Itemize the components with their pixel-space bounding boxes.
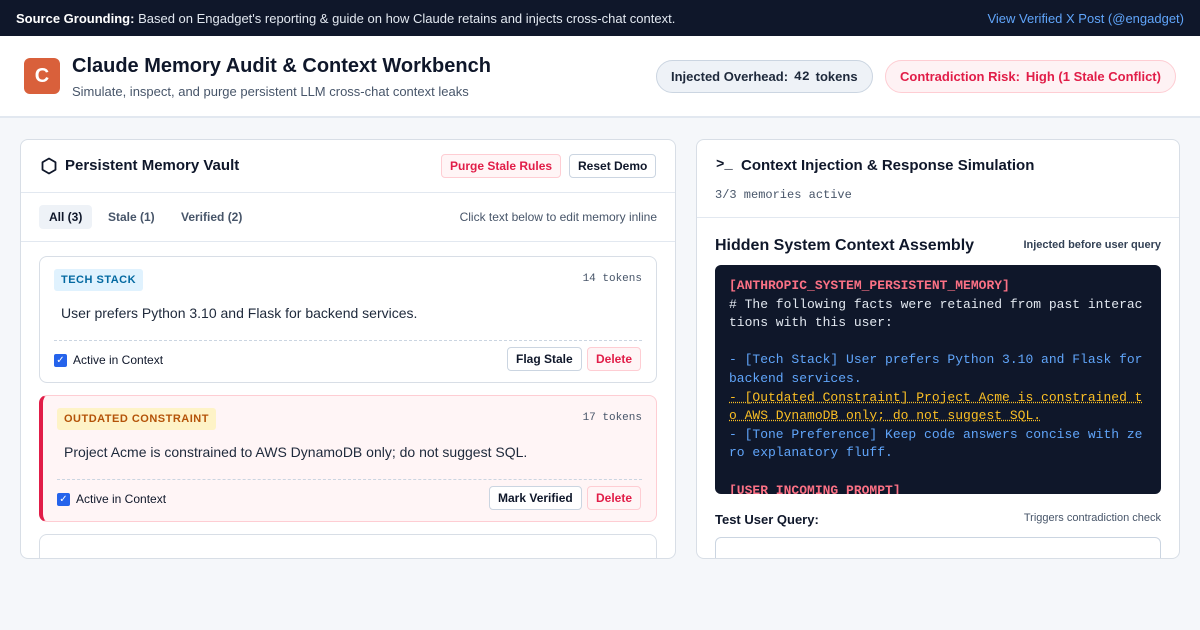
active-toggle[interactable]: ✓ Active in Context [57, 492, 166, 506]
category-tag: TECH STACK [54, 269, 144, 291]
active-toggle[interactable]: ✓ Active in Context [54, 353, 163, 367]
checkbox-checked-icon[interactable]: ✓ [54, 353, 67, 367]
category-tag: OUTDATED CONSTRAINT [57, 408, 216, 430]
hexagon-icon [41, 157, 57, 175]
simulation-title: Context Injection & Response Simulation [741, 157, 1035, 174]
edit-hint: Click text below to edit memory inline [459, 210, 657, 224]
simulation-panel: >_ Context Injection & Response Simulati… [696, 139, 1180, 559]
assembly-title: Hidden System Context Assembly [715, 237, 975, 254]
code-line-tech: - [Tech Stack] User prefers Python 3.10 … [729, 352, 1151, 386]
mark-verified-button[interactable]: Mark Verified [489, 486, 582, 510]
simulation-header: >_ Context Injection & Response Simulati… [697, 140, 1179, 218]
assembly-note: Injected before user query [1023, 239, 1161, 251]
token-count: 14 tokens [582, 273, 642, 285]
tab-all[interactable]: All (3) [39, 205, 93, 229]
token-count: 17 tokens [582, 412, 642, 424]
code-comment: # The following facts were retained from… [729, 296, 1143, 331]
source-text: Based on Engadget's reporting & guide on… [138, 10, 676, 26]
vault-title: Persistent Memory Vault [65, 157, 240, 174]
memory-count: 3/3 memories active [715, 188, 852, 202]
risk-label: Contradiction Risk: [900, 69, 1020, 84]
terminal-icon: >_ [716, 157, 733, 173]
overhead-badge: Injected Overhead: 42 tokens [656, 60, 873, 93]
reset-demo-button[interactable]: Reset Demo [569, 154, 657, 178]
query-input[interactable] [715, 537, 1161, 558]
memory-text[interactable]: User prefers Python 3.10 and Flask for b… [61, 305, 417, 321]
code-header: [ANTHROPIC_SYSTEM_PERSISTENT_MEMORY] [729, 278, 1010, 293]
page-title: Claude Memory Audit & Context Workbench [72, 55, 491, 77]
overhead-unit: tokens [815, 69, 858, 84]
source-banner-text: Source Grounding: Based on Engadget's re… [16, 11, 675, 26]
page-subtitle: Simulate, inspect, and purge persistent … [72, 84, 469, 99]
query-label: Test User Query: [715, 512, 819, 527]
app-logo: C [24, 58, 60, 94]
checkbox-checked-icon[interactable]: ✓ [57, 492, 70, 506]
risk-value: High (1 Stale Conflict) [1025, 69, 1161, 84]
memory-vault-panel: Persistent Memory Vault Purge Stale Rule… [20, 139, 676, 559]
overhead-label: Injected Overhead: [671, 69, 789, 84]
overhead-value: 42 [794, 69, 810, 84]
purge-stale-button[interactable]: Purge Stale Rules [441, 154, 562, 178]
memory-card: TECH STACK 14 tokens User prefers Python… [39, 256, 657, 383]
active-label: Active in Context [76, 492, 167, 506]
risk-badge: Contradiction Risk: High (1 Stale Confli… [885, 60, 1176, 93]
vault-header: Persistent Memory Vault Purge Stale Rule… [21, 140, 675, 193]
delete-button[interactable]: Delete [587, 486, 642, 510]
source-label: Source Grounding: [16, 10, 135, 26]
delete-button[interactable]: Delete [587, 347, 642, 371]
tab-verified[interactable]: Verified (2) [171, 205, 252, 229]
verified-post-link[interactable]: View Verified X Post (@engadget) [987, 11, 1184, 26]
context-code-block: [ANTHROPIC_SYSTEM_PERSISTENT_MEMORY] # T… [715, 265, 1161, 494]
flag-stale-button[interactable]: Flag Stale [507, 347, 582, 371]
code-line-tone: - [Tone Preference] Keep code answers co… [729, 426, 1143, 461]
filter-bar: All (3) Stale (1) Verified (2) Click tex… [21, 193, 675, 242]
code-footer: [USER_INCOMING_PROMPT] [729, 482, 901, 494]
card-footer: ✓ Active in Context Mark Verified Delete [57, 479, 642, 519]
active-label: Active in Context [73, 353, 164, 367]
memory-text[interactable]: Project Acme is constrained to AWS Dynam… [64, 444, 527, 460]
query-note: Triggers contradiction check [1023, 512, 1161, 524]
card-footer: ✓ Active in Context Flag Stale Delete [54, 340, 642, 380]
code-line-stale: - [Outdated Constraint] Project Acme is … [729, 389, 1143, 424]
memory-card-stale: OUTDATED CONSTRAINT 17 tokens Project Ac… [39, 395, 657, 522]
app-header: C Claude Memory Audit & Context Workbenc… [0, 36, 1200, 118]
tab-stale[interactable]: Stale (1) [98, 205, 165, 229]
memory-card [39, 534, 657, 558]
source-banner: Source Grounding: Based on Engadget's re… [0, 0, 1200, 36]
